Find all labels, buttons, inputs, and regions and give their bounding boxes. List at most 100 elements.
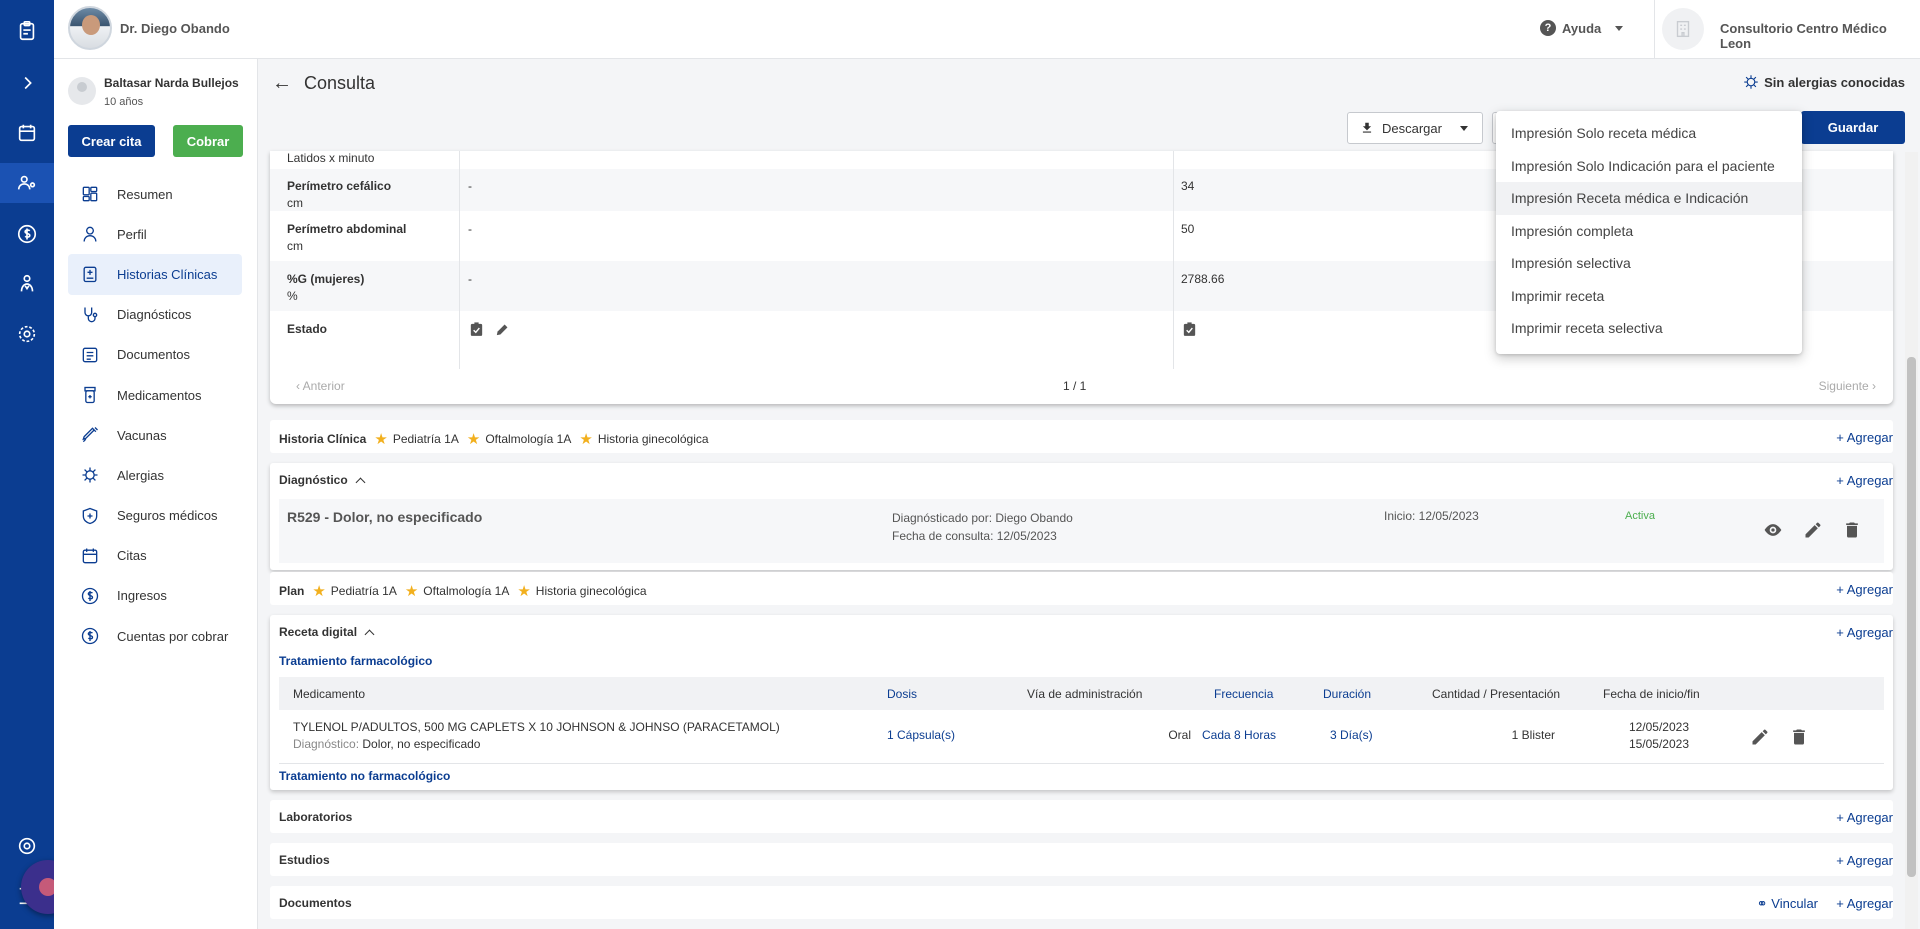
diagnosis-meta: Diagnósticado por: Diego Obando Fecha de… (892, 509, 1073, 545)
add-button[interactable]: + Agregar (1836, 896, 1893, 911)
column-header[interactable]: Frecuencia (1214, 687, 1273, 701)
tag[interactable]: ★ Oftalmología 1A (405, 582, 510, 600)
quantity-value: 1 Blister (1511, 728, 1555, 742)
pagination: ‹ Anterior 1 / 1 Siguiente › (270, 369, 1893, 404)
start-date: 12/05/2023 (1628, 720, 1689, 734)
diagnosis-code: R529 - Dolor, no especificado (287, 509, 483, 525)
add-button[interactable]: + Agregar (1836, 582, 1893, 597)
add-button[interactable]: + Agregar (1836, 625, 1893, 640)
table-row: TYLENOL P/ADULTOS, 500 MG CAPLETS X 10 J… (279, 710, 1884, 764)
print-menu-item[interactable]: Impresión Solo receta médica (1496, 117, 1802, 150)
start-date: Inicio: 12/05/2023 (1384, 509, 1479, 523)
print-menu-item[interactable]: Imprimir receta (1496, 280, 1802, 313)
save-button[interactable]: Guardar (1801, 111, 1905, 144)
vitals-label: Perímetro cefálico (287, 179, 392, 193)
section-title: Estudios (279, 853, 330, 867)
print-menu-item[interactable]: Imprimir receta selectiva (1496, 312, 1802, 345)
print-menu-item[interactable]: Impresión Solo Indicación para el pacien… (1496, 150, 1802, 183)
sidebar-item-medicamentos[interactable]: Medicamentos (68, 375, 242, 415)
tag-label: Pediatría 1A (392, 432, 459, 446)
delete-icon[interactable] (1842, 520, 1862, 540)
print-menu-item[interactable]: Impresión selectiva (1496, 247, 1802, 280)
settings-icon[interactable] (0, 314, 54, 354)
next-button[interactable]: Siguiente › (1819, 379, 1876, 393)
expand-icon[interactable] (0, 63, 54, 103)
diagnosis-value: Dolor, no especificado (362, 737, 481, 751)
sidebar-item-citas[interactable]: Citas (68, 536, 242, 576)
add-button[interactable]: + Agregar (1836, 810, 1893, 825)
billing-icon[interactable] (0, 214, 54, 254)
section-estudios: Estudios + Agregar (270, 843, 1893, 876)
column-header[interactable]: Duración (1323, 687, 1371, 701)
tag[interactable]: ★ Oftalmología 1A (467, 430, 572, 448)
allergy-indicator[interactable]: Sin alergias conocidas (1742, 73, 1905, 91)
view-icon[interactable] (1763, 520, 1783, 540)
page-header: ← Consulta (272, 72, 375, 95)
sidebar-item-seguros-médicos[interactable]: Seguros médicos (68, 496, 242, 536)
app-rail (0, 0, 54, 929)
clipboard-check-icon[interactable] (468, 321, 485, 338)
clinic-name[interactable]: Consultorio Centro Médico Leon (1720, 21, 1920, 51)
prev-button[interactable]: ‹ Anterior (296, 379, 345, 393)
section-label: Plan (279, 584, 305, 598)
non-pharma-treatment-heading[interactable]: Tratamiento no farmacológico (279, 769, 450, 783)
delete-icon[interactable] (1789, 727, 1809, 747)
print-menu-item[interactable]: Impresión completa (1496, 215, 1802, 248)
shield-icon (82, 507, 98, 524)
doctor-avatar[interactable] (68, 6, 112, 50)
edit-icon[interactable] (1803, 520, 1823, 540)
print-menu-item[interactable]: Impresión Receta médica e Indicación (1496, 182, 1802, 215)
clipboard-icon[interactable] (0, 11, 54, 51)
doctor-icon[interactable] (0, 264, 54, 304)
charge-button[interactable]: Cobrar (173, 125, 243, 157)
sidebar-item-diagnósticos[interactable]: Diagnósticos (68, 295, 242, 335)
download-button[interactable]: Descargar (1347, 112, 1483, 144)
add-button[interactable]: + Agregar (1836, 853, 1893, 868)
tag-label: Oftalmología 1A (423, 584, 510, 598)
scrollbar-thumb[interactable] (1907, 357, 1916, 877)
patients-icon[interactable] (0, 163, 54, 203)
help-menu[interactable]: ? Ayuda (1540, 20, 1624, 36)
add-button[interactable]: + Agregar (1836, 473, 1893, 488)
clipboard-check-icon[interactable] (1181, 321, 1198, 338)
edit-icon[interactable] (494, 321, 511, 338)
link-button[interactable]: ⚭ Vincular (1757, 896, 1818, 912)
patient-menu: Resumen Perfil Historias Clínicas Diagnósti… (68, 174, 242, 656)
section-label: Documentos (279, 896, 352, 910)
back-arrow-icon[interactable]: ← (272, 72, 292, 95)
tag-label: Historia ginecológica (597, 432, 709, 446)
create-appointment-button[interactable]: Crear cita (68, 125, 155, 157)
doctor-name[interactable]: Dr. Diego Obando (120, 21, 230, 36)
column-header: Vía de administración (1027, 687, 1143, 701)
section-title[interactable]: Diagnóstico (279, 473, 366, 487)
pharma-treatment-heading: Tratamiento farmacológico (279, 654, 433, 668)
print-dropdown-menu: Impresión Solo receta médica Impresión So… (1496, 111, 1802, 354)
calendar-icon[interactable] (0, 113, 54, 153)
chevron-down-icon (1615, 25, 1624, 31)
duration-value: 3 Día(s) (1330, 728, 1373, 742)
sidebar-item-perfil[interactable]: Perfil (68, 214, 242, 254)
sidebar-item-vacunas[interactable]: Vacunas (68, 415, 242, 455)
clinic-logo (1662, 8, 1704, 50)
sidebar-item-cuentas-por-cobrar[interactable]: Cuentas por cobrar (68, 616, 242, 656)
section-title[interactable]: Receta digital (279, 625, 375, 639)
clinical-history-icon (83, 267, 97, 283)
vitals-unit: cm (287, 196, 303, 210)
tag[interactable]: ★ Pediatría 1A (374, 430, 459, 448)
add-button[interactable]: + Agregar (1836, 430, 1893, 445)
sidebar-item-documentos[interactable]: Documentos (68, 335, 242, 375)
tag[interactable]: ★ Historia ginecológica (579, 430, 708, 448)
sidebar-item-alergias[interactable]: Alergias (68, 455, 242, 495)
calendar-icon (82, 548, 98, 564)
section-title: Historia Clínica ★ Pediatría 1A ★ Oftalmol… (279, 430, 709, 448)
chevron-up-icon (355, 477, 366, 487)
sidebar-item-historias-clínicas[interactable]: Historias Clínicas (68, 254, 242, 295)
sidebar-item-ingresos[interactable]: Ingresos (68, 576, 242, 616)
tag[interactable]: ★ Historia ginecológica (517, 582, 646, 600)
edit-icon[interactable] (1750, 727, 1770, 747)
section-label: Laboratorios (279, 810, 353, 824)
column-header[interactable]: Dosis (887, 687, 917, 701)
tag[interactable]: ★ Pediatría 1A (312, 582, 397, 600)
dollar-icon (81, 587, 99, 605)
sidebar-item-resumen[interactable]: Resumen (68, 174, 242, 214)
